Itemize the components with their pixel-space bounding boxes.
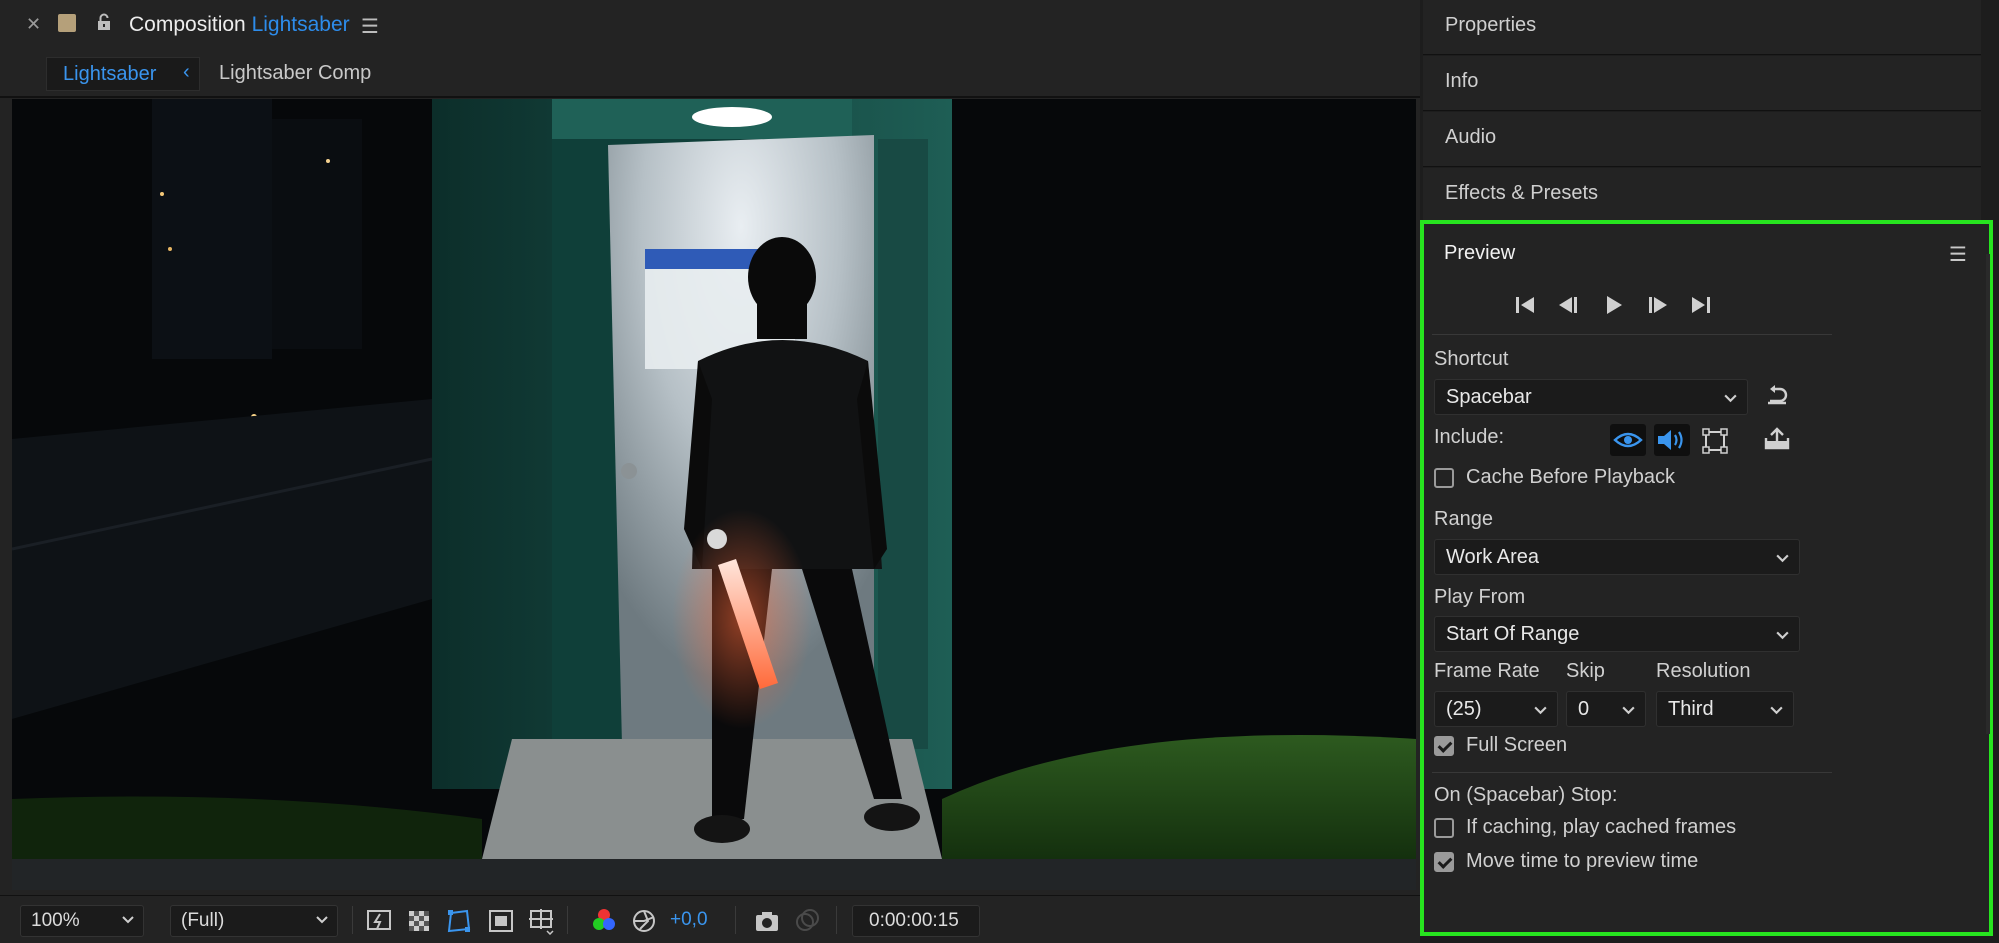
tab-lightsaber[interactable]: Lightsaber ‹	[46, 57, 200, 91]
current-time-display[interactable]: 0:00:00:15	[852, 905, 980, 937]
chevron-down-icon	[1622, 706, 1635, 715]
frame-rate-value: (25)	[1446, 698, 1482, 720]
play-from-dropdown[interactable]: Start Of Range	[1434, 616, 1800, 652]
label-color-swatch[interactable]	[58, 14, 76, 32]
move-time-checkbox[interactable]	[1434, 852, 1454, 872]
hamburger-icon[interactable]: ☰	[1949, 242, 1967, 267]
previous-frame-icon[interactable]	[1554, 290, 1584, 320]
color-management-icon[interactable]	[630, 907, 658, 935]
viewer-frame-image	[12, 99, 1416, 890]
range-label: Range	[1434, 508, 1493, 530]
export-icon[interactable]	[1762, 424, 1792, 454]
divider	[1432, 334, 1832, 335]
cache-before-playback-checkbox[interactable]	[1434, 468, 1454, 488]
close-icon[interactable]: ✕	[26, 14, 41, 35]
panel-info[interactable]: Info	[1423, 56, 1981, 111]
composition-panel: ✕ Composition Lightsaber ☰ Lightsaber ‹ …	[0, 0, 1420, 943]
panel-info-label: Info	[1445, 70, 1479, 92]
divider	[1432, 772, 1832, 773]
chevron-down-icon	[316, 916, 328, 924]
last-frame-icon[interactable]	[1686, 290, 1716, 320]
overlay-icon[interactable]	[1700, 426, 1730, 456]
panel-audio-label: Audio	[1445, 126, 1497, 148]
tab-label: Lightsaber	[63, 63, 157, 85]
skip-label: Skip	[1566, 660, 1605, 682]
shortcut-value: Spacebar	[1446, 386, 1532, 408]
zoom-dropdown[interactable]: 100%	[20, 905, 144, 937]
fast-previews-icon[interactable]	[365, 907, 393, 935]
full-screen-checkbox[interactable]	[1434, 736, 1454, 756]
if-caching-label: If caching, play cached frames	[1466, 816, 1737, 838]
chevron-down-icon	[1776, 631, 1789, 640]
full-screen-label: Full Screen	[1466, 734, 1568, 756]
tab-lightsaber-comp[interactable]: Lightsaber Comp	[219, 62, 371, 85]
panel-effects-presets[interactable]: Effects & Presets	[1423, 168, 1981, 223]
frame-rate-label: Frame Rate	[1434, 660, 1540, 682]
channel-icon[interactable]	[590, 907, 618, 935]
cache-before-playback-label: Cache Before Playback	[1466, 466, 1676, 488]
composition-footer-toolbar: 100% (Full) +0,0 0:00:00:15	[0, 895, 1420, 943]
frame-rate-dropdown[interactable]: (25)	[1434, 691, 1558, 727]
chevron-down-icon	[1534, 706, 1547, 715]
shortcut-label: Shortcut	[1434, 348, 1509, 370]
shortcut-dropdown[interactable]: Spacebar	[1434, 379, 1748, 415]
chevron-down-icon	[122, 916, 134, 924]
composition-viewer[interactable]	[12, 99, 1416, 890]
play-icon[interactable]	[1599, 290, 1629, 320]
resolution-label: Resolution	[1656, 660, 1751, 682]
composition-tab-bar: Lightsaber ‹ Lightsaber Comp	[0, 52, 1420, 98]
include-label: Include:	[1434, 426, 1505, 448]
chevron-down-icon	[1776, 554, 1789, 563]
chevron-down-icon	[1770, 706, 1783, 715]
resolution-value: (Full)	[181, 910, 225, 931]
chevron-down-icon	[1724, 394, 1737, 403]
preview-panel-title: Preview	[1444, 242, 1516, 264]
chevron-left-icon[interactable]: ‹	[183, 61, 190, 84]
first-frame-icon[interactable]	[1510, 290, 1540, 320]
on-stop-label: On (Spacebar) Stop:	[1434, 784, 1618, 806]
if-caching-checkbox[interactable]	[1434, 818, 1454, 838]
panel-effects-presets-label: Effects & Presets	[1445, 182, 1599, 204]
zoom-value: 100%	[31, 910, 80, 931]
mask-path-visibility-icon[interactable]	[445, 907, 473, 935]
skip-dropdown[interactable]: 0	[1566, 691, 1646, 727]
composition-name: Lightsaber	[251, 13, 350, 36]
skip-value: 0	[1578, 698, 1590, 720]
lock-icon[interactable]	[94, 12, 114, 32]
next-frame-icon[interactable]	[1642, 290, 1672, 320]
range-value: Work Area	[1446, 546, 1539, 568]
hamburger-icon[interactable]: ☰	[361, 14, 379, 39]
speaker-icon[interactable]	[1654, 424, 1690, 456]
region-of-interest-icon[interactable]	[487, 907, 515, 935]
preview-panel: Preview ☰ Shortcut Spacebar Include: Cac…	[1420, 220, 1993, 936]
panel-audio[interactable]: Audio	[1423, 112, 1981, 167]
preview-scrollbar[interactable]	[1986, 254, 1990, 734]
exposure-value[interactable]: +0,0	[670, 909, 708, 931]
grid-guides-icon[interactable]	[527, 907, 555, 935]
panel-properties[interactable]: Properties	[1423, 0, 1981, 55]
eye-icon[interactable]	[1610, 424, 1646, 456]
panel-properties-label: Properties	[1445, 14, 1537, 36]
play-from-label: Play From	[1434, 586, 1526, 608]
timecode-value: 0:00:00:15	[869, 910, 959, 931]
snapshot-camera-icon[interactable]	[753, 907, 781, 935]
resolution-dropdown[interactable]: Third	[1656, 691, 1794, 727]
composition-panel-header: ✕ Composition Lightsaber ☰	[0, 0, 1420, 52]
transparency-grid-icon[interactable]	[405, 907, 433, 935]
move-time-label: Move time to preview time	[1466, 850, 1699, 872]
show-snapshot-icon[interactable]	[793, 907, 821, 935]
resolution-value: Third	[1668, 698, 1714, 720]
composition-title: Composition Lightsaber	[129, 13, 350, 36]
resolution-dropdown[interactable]: (Full)	[170, 905, 338, 937]
reset-icon[interactable]	[1762, 380, 1792, 410]
range-dropdown[interactable]: Work Area	[1434, 539, 1800, 575]
play-from-value: Start Of Range	[1446, 623, 1580, 645]
